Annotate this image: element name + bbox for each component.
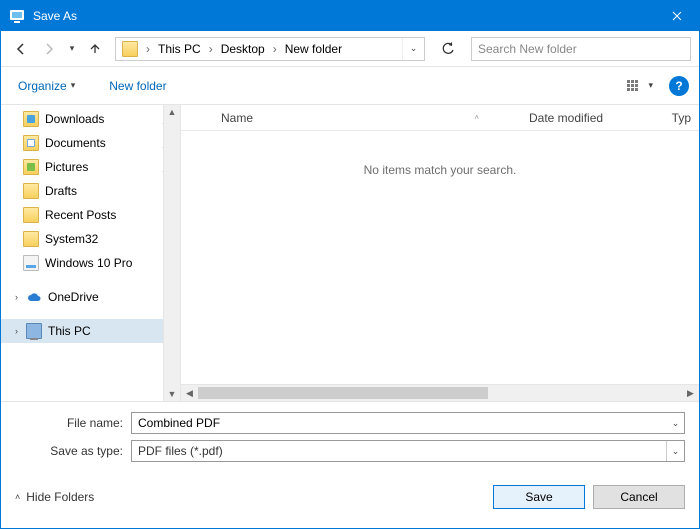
breadcrumb-newfolder[interactable]: New folder bbox=[279, 38, 348, 60]
column-headers: Name˄ Date modified Typ bbox=[181, 105, 699, 131]
tree-item[interactable]: System32 bbox=[1, 227, 180, 251]
chevron-right-icon[interactable]: › bbox=[144, 42, 152, 56]
address-dropdown[interactable]: ⌄ bbox=[402, 38, 424, 60]
tree-item-onedrive[interactable]: › OneDrive bbox=[1, 285, 180, 309]
list-view-icon bbox=[626, 79, 646, 93]
save-button[interactable]: Save bbox=[493, 485, 585, 509]
pc-icon bbox=[26, 323, 42, 339]
expand-icon[interactable]: › bbox=[15, 326, 18, 336]
folder-icon bbox=[122, 41, 138, 57]
hscrollbar[interactable]: ◀ ▶ bbox=[181, 384, 699, 401]
scroll-right-icon[interactable]: ▶ bbox=[682, 388, 699, 399]
scroll-up-icon[interactable]: ▲ bbox=[168, 107, 177, 117]
empty-message: No items match your search. bbox=[181, 131, 699, 384]
chevron-up-icon: ˄ bbox=[15, 492, 20, 502]
nav-tree: Downloads📌 Documents📌 Pictures📌 Drafts R… bbox=[1, 105, 181, 401]
documents-icon bbox=[23, 135, 39, 151]
tree-item[interactable]: Documents📌 bbox=[1, 131, 180, 155]
cloud-icon bbox=[26, 289, 42, 305]
column-date[interactable]: Date modified bbox=[529, 111, 659, 125]
scroll-left-icon[interactable]: ◀ bbox=[181, 388, 198, 399]
cancel-button[interactable]: Cancel bbox=[593, 485, 685, 509]
file-pane: Name˄ Date modified Typ No items match y… bbox=[181, 105, 699, 401]
folder-icon bbox=[23, 183, 39, 199]
titlebar: Save As bbox=[1, 1, 699, 31]
folder-icon bbox=[23, 231, 39, 247]
pictures-icon bbox=[23, 159, 39, 175]
chevron-right-icon[interactable]: › bbox=[207, 42, 215, 56]
filetype-combo[interactable]: PDF files (*.pdf) ⌄ bbox=[131, 440, 685, 462]
folder-icon bbox=[23, 207, 39, 223]
filename-combo[interactable]: ⌄ bbox=[131, 412, 685, 434]
forward-button[interactable] bbox=[37, 37, 61, 61]
filename-label: File name: bbox=[15, 416, 131, 430]
breadcrumb-desktop[interactable]: Desktop bbox=[215, 38, 271, 60]
filename-dropdown[interactable]: ⌄ bbox=[666, 413, 684, 433]
filename-input[interactable] bbox=[132, 416, 666, 430]
hide-folders-button[interactable]: ˄ Hide Folders bbox=[15, 490, 94, 504]
scroll-thumb[interactable] bbox=[198, 387, 488, 399]
search-input[interactable] bbox=[478, 42, 684, 56]
breadcrumb-thispc[interactable]: This PC bbox=[152, 38, 207, 60]
filetype-dropdown[interactable]: ⌄ bbox=[666, 441, 684, 461]
back-button[interactable] bbox=[9, 37, 33, 61]
recent-locations-button[interactable]: ▾ bbox=[65, 37, 79, 61]
tree-item[interactable]: Recent Posts bbox=[1, 203, 180, 227]
organize-button[interactable]: Organize▾ bbox=[11, 74, 82, 98]
column-type[interactable]: Typ bbox=[659, 111, 699, 125]
nav-row: ▾ › This PC › Desktop › New folder ⌄ bbox=[1, 31, 699, 67]
tree-scrollbar[interactable]: ▲ ▼ bbox=[163, 105, 180, 401]
chevron-right-icon[interactable]: › bbox=[271, 42, 279, 56]
drive-icon bbox=[23, 255, 39, 271]
scroll-down-icon[interactable]: ▼ bbox=[168, 389, 177, 399]
sort-asc-icon: ˄ bbox=[474, 113, 479, 122]
footer: ˄ Hide Folders Save Cancel bbox=[1, 474, 699, 523]
toolbar: Organize▾ New folder ▾ ? bbox=[1, 67, 699, 105]
window-title: Save As bbox=[33, 9, 654, 23]
tree-item[interactable]: Drafts bbox=[1, 179, 180, 203]
app-icon bbox=[9, 8, 25, 24]
content-area: Downloads📌 Documents📌 Pictures📌 Drafts R… bbox=[1, 105, 699, 401]
breadcrumb-root-icon[interactable] bbox=[116, 38, 144, 60]
up-button[interactable] bbox=[83, 37, 107, 61]
column-name[interactable]: Name˄ bbox=[181, 111, 529, 125]
filetype-value: PDF files (*.pdf) bbox=[132, 444, 666, 458]
downloads-icon bbox=[23, 111, 39, 127]
tree-item[interactable]: Downloads📌 bbox=[1, 107, 180, 131]
expand-icon[interactable]: › bbox=[15, 292, 18, 302]
new-folder-button[interactable]: New folder bbox=[102, 74, 173, 98]
address-bar[interactable]: › This PC › Desktop › New folder ⌄ bbox=[115, 37, 425, 61]
tree-item[interactable]: Pictures📌 bbox=[1, 155, 180, 179]
refresh-button[interactable] bbox=[435, 37, 461, 61]
search-box[interactable] bbox=[471, 37, 691, 61]
help-button[interactable]: ? bbox=[669, 76, 689, 96]
close-button[interactable] bbox=[654, 1, 699, 31]
tree-item-thispc[interactable]: › This PC bbox=[1, 319, 180, 343]
tree-item[interactable]: Windows 10 Pro bbox=[1, 251, 180, 275]
filetype-label: Save as type: bbox=[15, 444, 131, 458]
save-fields: File name: ⌄ Save as type: PDF files (*.… bbox=[1, 401, 699, 474]
view-options-button[interactable]: ▾ bbox=[620, 75, 659, 97]
